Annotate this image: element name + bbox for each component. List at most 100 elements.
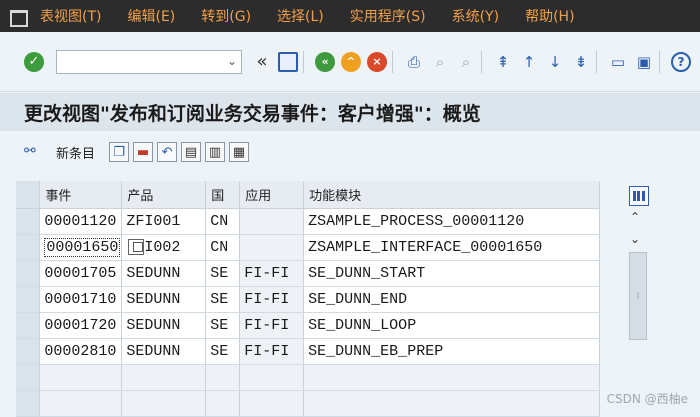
row-selector[interactable] <box>16 312 41 339</box>
application-cell[interactable]: FI-FI <box>239 260 305 287</box>
product-cell[interactable]: SEDUNN <box>121 312 207 339</box>
table-settings-icon[interactable] <box>629 186 649 206</box>
help-icon[interactable]: ? <box>671 51 691 72</box>
empty-cell[interactable] <box>121 364 207 391</box>
select-block-icon[interactable]: ▥ <box>205 142 226 162</box>
row-selector[interactable] <box>16 390 41 417</box>
command-field[interactable]: ⌄ <box>56 49 242 74</box>
country-cell[interactable]: CN <box>205 234 241 261</box>
empty-cell[interactable] <box>39 364 123 391</box>
empty-cell[interactable] <box>303 390 600 417</box>
application-cell[interactable]: FI-FI <box>239 312 305 339</box>
display-change-icon[interactable]: ⚯ <box>24 143 46 161</box>
select-all-icon[interactable]: ▤ <box>181 142 202 162</box>
application-cell[interactable]: FI-FI <box>239 338 305 365</box>
product-cell[interactable]: SEDUNN <box>121 286 207 313</box>
row-selector[interactable] <box>16 364 41 391</box>
country-cell[interactable]: SE <box>205 338 241 365</box>
scroll-down-icon[interactable]: ⌄ <box>630 232 640 246</box>
country-cell[interactable]: SE <box>205 260 241 287</box>
function-module-cell[interactable]: ZSAMPLE_INTERFACE_00001650 <box>303 234 600 261</box>
country-cell[interactable]: CN <box>205 208 241 235</box>
function-module-cell[interactable]: ZSAMPLE_PROCESS_00001120 <box>303 208 600 235</box>
empty-cell[interactable] <box>205 390 241 417</box>
last-page-icon[interactable]: ⇟ <box>571 52 591 72</box>
empty-cell[interactable] <box>303 364 600 391</box>
print-icon[interactable]: ⎙ <box>404 52 424 72</box>
focused-event-value[interactable]: 00001650 <box>44 237 121 257</box>
exit-icon[interactable]: ^ <box>341 51 361 72</box>
back-icon[interactable]: « <box>315 51 335 72</box>
table-row: 00001720 SEDUNN SE FI-FI SE_DUNN_LOOP <box>16 312 600 339</box>
check-icon[interactable]: ✓ <box>24 51 44 72</box>
empty-cell[interactable] <box>205 364 241 391</box>
column-header-function-module[interactable]: 功能模块 <box>303 181 600 209</box>
row-selector[interactable] <box>16 338 41 365</box>
next-page-icon[interactable]: ↓ <box>545 52 565 72</box>
undo-icon[interactable]: ↶ <box>157 142 178 162</box>
page-title: 更改视图"发布和订阅业务交易事件：客户增强"：概览 <box>24 102 481 125</box>
chevron-down-icon[interactable]: ⌄ <box>227 54 237 68</box>
value-help-icon[interactable] <box>128 238 145 255</box>
sap-menu-icon[interactable] <box>10 8 28 27</box>
cancel-icon[interactable]: × <box>367 51 387 72</box>
country-cell[interactable]: SE <box>205 286 241 313</box>
menu-table-view[interactable]: 表视图(T) <box>40 6 101 26</box>
select-all-column-header[interactable] <box>16 181 41 209</box>
menu-help[interactable]: 帮助(H) <box>525 6 574 26</box>
row-selector[interactable] <box>16 208 41 235</box>
event-cell[interactable]: 00002810 <box>39 338 123 365</box>
copy-as-icon[interactable]: ❐ <box>109 142 130 162</box>
column-header-event[interactable]: 事件 <box>39 181 123 209</box>
application-cell[interactable] <box>239 208 305 235</box>
column-header-country[interactable]: 国 <box>205 181 241 209</box>
column-header-product[interactable]: 产品 <box>121 181 207 209</box>
product-cell[interactable]: SEDUNN <box>121 338 207 365</box>
create-session-icon[interactable]: ▭ <box>608 52 628 72</box>
function-module-cell[interactable]: SE_DUNN_START <box>303 260 600 287</box>
vertical-scrollbar-thumb[interactable]: ⁞ <box>629 252 647 340</box>
empty-cell[interactable] <box>239 364 305 391</box>
row-selector[interactable] <box>16 286 41 313</box>
column-header-application[interactable]: 应用 <box>239 181 305 209</box>
function-module-cell[interactable]: SE_DUNN_LOOP <box>303 312 600 339</box>
product-cell[interactable]: SEDUNN <box>121 260 207 287</box>
row-selector[interactable] <box>16 234 41 261</box>
save-icon[interactable] <box>278 51 298 72</box>
find-next-icon[interactable]: ⌕ <box>456 52 476 72</box>
menu-system[interactable]: 系统(Y) <box>452 6 499 26</box>
empty-cell[interactable] <box>121 390 207 417</box>
toolbar-separator <box>659 50 660 73</box>
back-arrows-icon[interactable]: « <box>252 51 272 72</box>
function-module-cell[interactable]: SE_DUNN_END <box>303 286 600 313</box>
product-cell[interactable]: ZFI001 <box>121 208 207 235</box>
empty-cell[interactable] <box>239 390 305 417</box>
delete-icon[interactable]: ▬ <box>133 142 154 162</box>
event-cell[interactable]: 00001710 <box>39 286 123 313</box>
row-selector[interactable] <box>16 260 41 287</box>
event-cell[interactable]: 00001120 <box>39 208 123 235</box>
menu-utilities[interactable]: 实用程序(S) <box>350 6 426 26</box>
scroll-up-icon[interactable]: ⌃ <box>630 210 640 224</box>
function-module-cell[interactable]: SE_DUNN_EB_PREP <box>303 338 600 365</box>
application-cell[interactable] <box>239 234 305 261</box>
country-cell[interactable]: SE <box>205 312 241 339</box>
application-cell[interactable]: FI-FI <box>239 286 305 313</box>
previous-page-icon[interactable]: ↑ <box>519 52 539 72</box>
new-entries-button[interactable]: 新条目 <box>56 143 95 162</box>
menu-edit[interactable]: 编辑(E) <box>127 6 175 26</box>
menu-goto[interactable]: 转到(G) <box>201 6 251 26</box>
event-cell[interactable]: 00001705 <box>39 260 123 287</box>
shortcut-icon[interactable]: ▣ <box>634 52 654 72</box>
deselect-all-icon[interactable]: ▦ <box>229 142 250 162</box>
event-cell[interactable]: 00001650 <box>39 234 123 261</box>
menu-selection[interactable]: 选择(L) <box>277 6 324 26</box>
find-icon[interactable]: ⌕ <box>430 52 450 72</box>
first-page-icon[interactable]: ⇞ <box>493 52 513 72</box>
product-cell[interactable]: I002 <box>121 234 207 261</box>
empty-cell[interactable] <box>39 390 123 417</box>
event-cell[interactable]: 00001720 <box>39 312 123 339</box>
standard-toolbar: ✓ ⌄ « « ^ × ⎙ ⌕ ⌕ ⇞ ↑ ↓ ⇟ ▭ ▣ ? <box>0 32 700 92</box>
toolbar-separator <box>392 50 393 73</box>
toolbar-separator <box>596 50 597 73</box>
